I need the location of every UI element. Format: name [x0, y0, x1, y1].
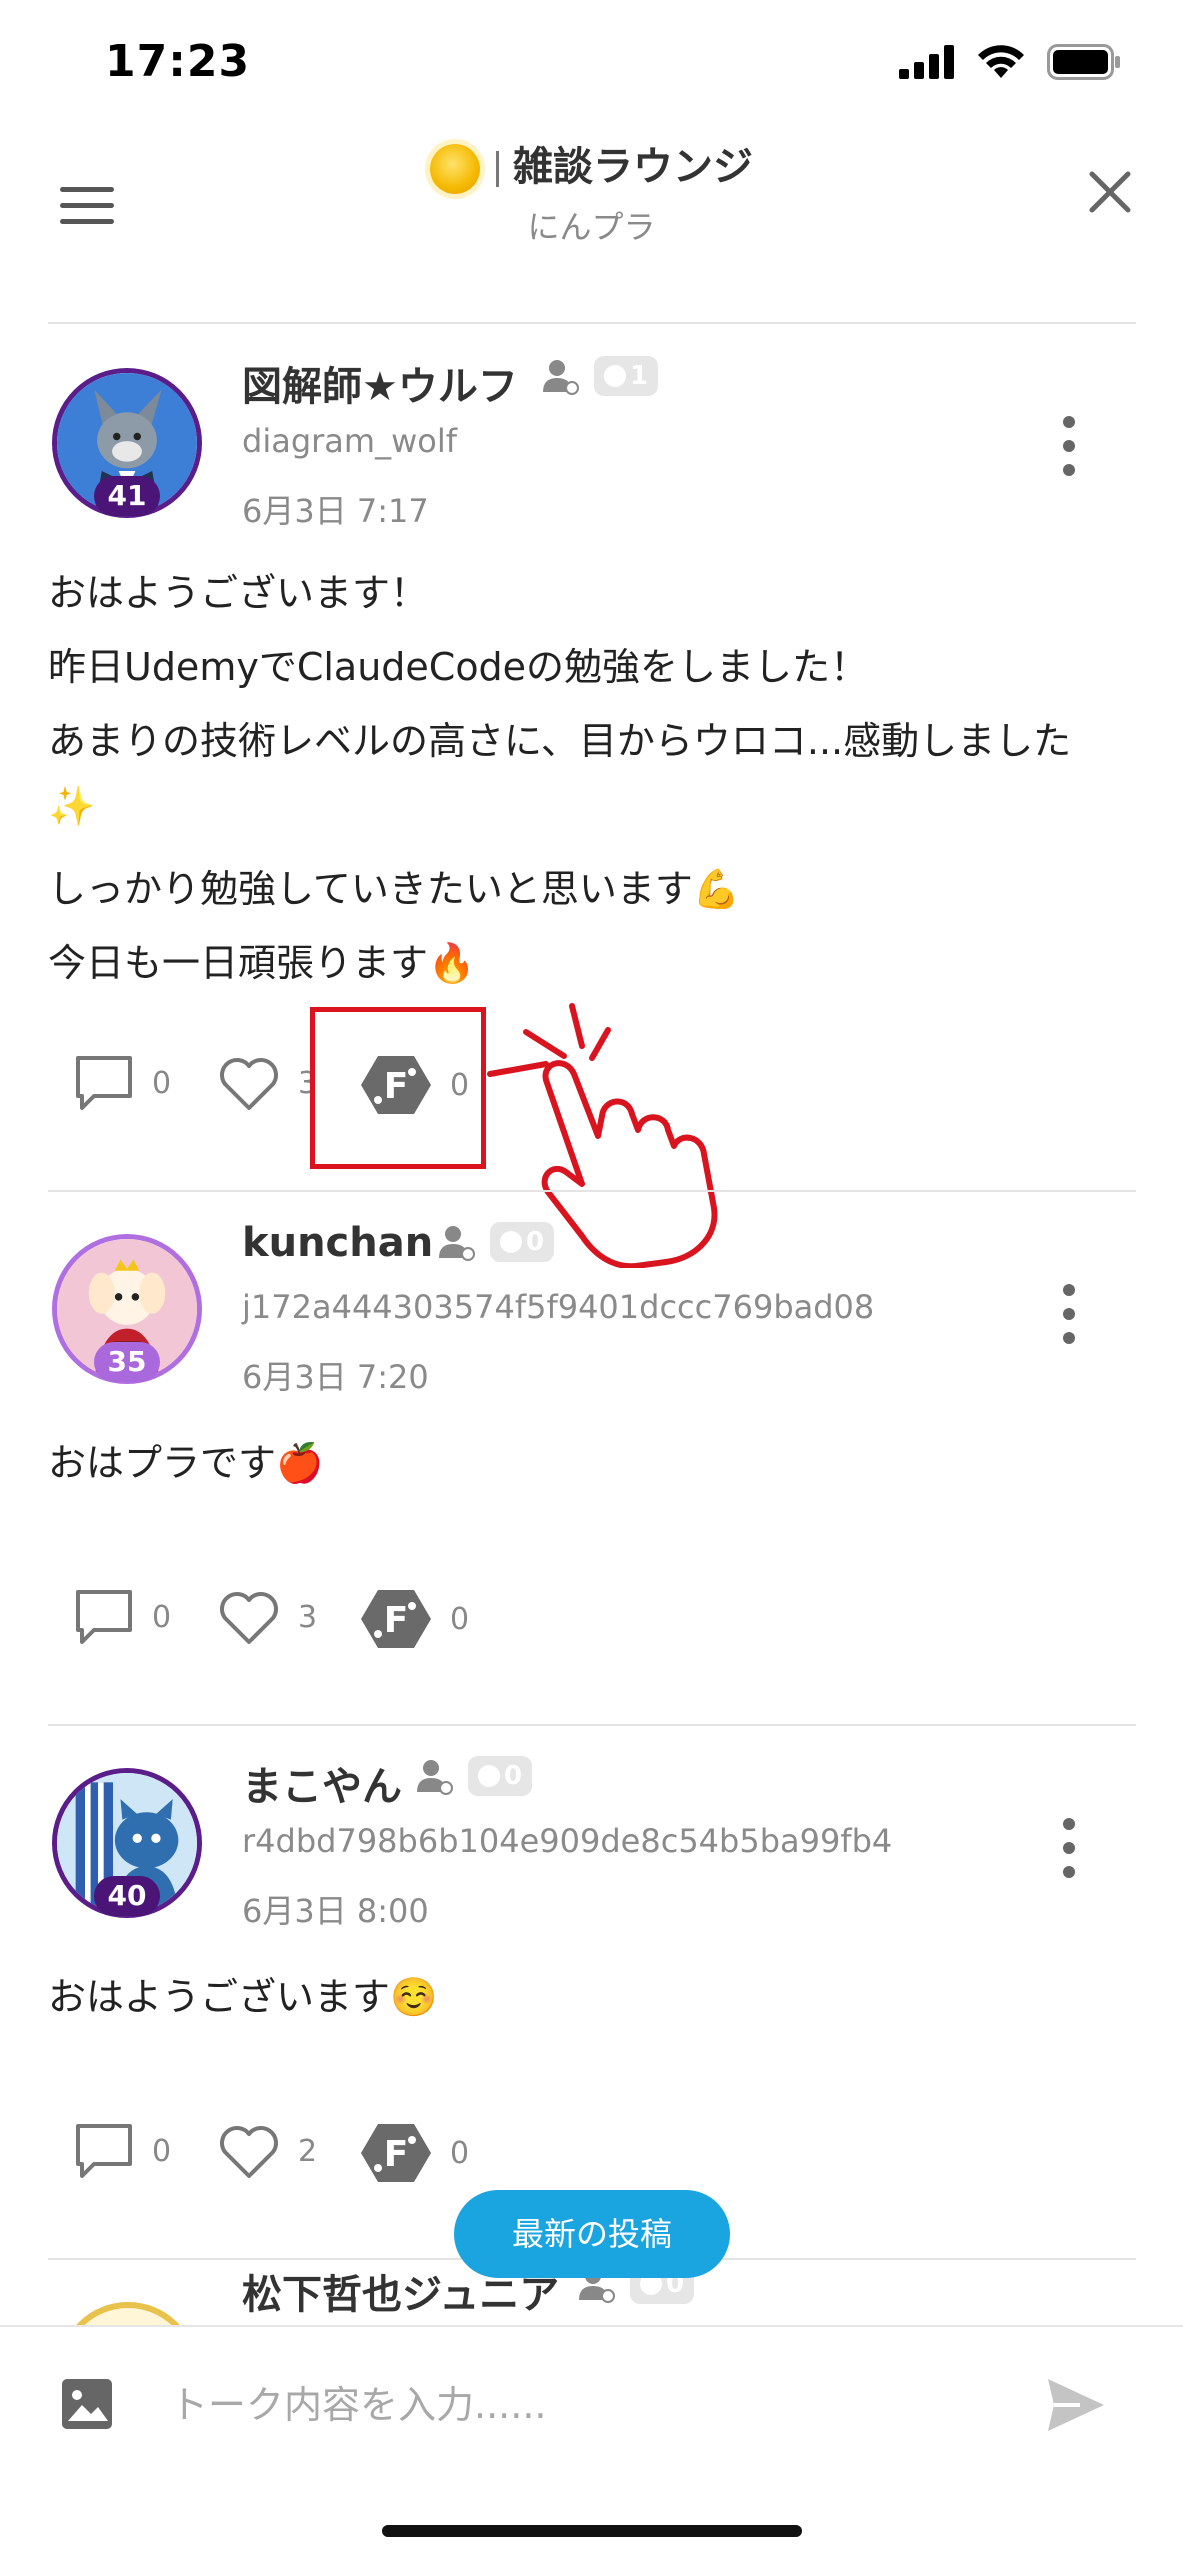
- badge-count-pill: 1: [594, 356, 659, 396]
- user-name[interactable]: kunchan: [242, 1220, 433, 1266]
- divider: [48, 1724, 1136, 1726]
- follow-user-icon[interactable]: [436, 1222, 476, 1262]
- divider: [48, 322, 1136, 324]
- latest-posts-button[interactable]: 最新の投稿: [454, 2190, 730, 2278]
- comment-button[interactable]: 0: [74, 2122, 171, 2180]
- status-time: 17:23: [105, 36, 251, 87]
- svg-text:F: F: [384, 2134, 409, 2175]
- message-composer: [0, 2325, 1183, 2560]
- level-badge: 35: [94, 1342, 160, 1382]
- badge-count-pill: 0: [468, 1756, 533, 1796]
- user-meta: 0: [436, 1222, 555, 1262]
- heart-icon: [220, 2126, 278, 2178]
- heart-icon: [220, 1058, 278, 1110]
- send-icon[interactable]: [1044, 2375, 1108, 2435]
- level-badge: 40: [94, 1876, 160, 1916]
- follow-user-icon[interactable]: [540, 356, 580, 396]
- level-badge: 41: [94, 476, 160, 516]
- header: 雑談ラウンジ にんプラ: [0, 120, 1183, 320]
- community-name: にんプラ: [527, 208, 656, 246]
- user-name[interactable]: 図解師★ウルフ: [242, 354, 518, 412]
- channel-title: 雑談ラウンジ: [0, 134, 1183, 194]
- channel-title-text: 雑談ラウンジ: [513, 144, 753, 190]
- post-body-line: しっかり勉強していきたいと思います💪: [48, 867, 741, 911]
- user-meta: 1: [540, 356, 659, 396]
- svg-text:F: F: [384, 1600, 409, 1641]
- like-button[interactable]: 2: [218, 2122, 317, 2180]
- user-id: r4dbd798b6b104e909de8c54b5ba99fb4: [242, 1822, 893, 1860]
- image-attach-icon[interactable]: [60, 2377, 114, 2431]
- more-options-icon[interactable]: [1056, 1818, 1082, 1878]
- like-count: 3: [298, 1599, 318, 1635]
- post-body-line: 今日も一日頑張ります🔥: [48, 941, 476, 985]
- f-point-hexagon-icon: F: [361, 1590, 431, 1648]
- post-body-line: おはようございます！: [48, 571, 429, 615]
- more-options-icon[interactable]: [1056, 1284, 1082, 1344]
- user-name[interactable]: まこやん: [242, 1754, 402, 1812]
- avatar[interactable]: [58, 2302, 198, 2326]
- comment-icon: [76, 1590, 132, 1644]
- message-input[interactable]: [170, 2367, 990, 2443]
- comment-icon: [76, 2124, 132, 2178]
- f-point-count: 0: [450, 1601, 470, 1637]
- title-separator: [496, 151, 499, 187]
- status-bar: 17:23: [0, 0, 1183, 130]
- comment-count: 0: [152, 1599, 172, 1635]
- battery-icon: [1047, 44, 1120, 80]
- badge-count-pill: 0: [490, 1222, 555, 1262]
- cellular-signal-icon: [899, 45, 954, 79]
- heart-icon: [220, 1592, 278, 1644]
- post-date: 6月3日 7:20: [242, 1358, 429, 1396]
- post-body-line: おはようございます☺️: [48, 1975, 438, 2019]
- comment-button[interactable]: 0: [74, 1588, 171, 1646]
- f-point-button[interactable]: F 0: [360, 2122, 469, 2184]
- user-meta: 0: [414, 1756, 533, 1796]
- post-date: 6月3日 8:00: [242, 1892, 429, 1930]
- home-indicator: [382, 2525, 802, 2537]
- comment-count: 0: [152, 1065, 172, 1101]
- like-button[interactable]: 3: [218, 1054, 317, 1112]
- comment-button[interactable]: 0: [74, 1054, 171, 1112]
- more-options-icon[interactable]: [1056, 416, 1082, 476]
- post-body-line: あまりの技術レベルの高さに、目からウロコ...感動しました: [48, 719, 1072, 763]
- post-date: 6月3日 7:17: [242, 492, 429, 530]
- f-point-hexagon-icon: F: [361, 2124, 431, 2182]
- status-icons: [899, 44, 1121, 80]
- close-icon[interactable]: [1080, 162, 1140, 222]
- f-point-button[interactable]: F 0: [360, 1588, 469, 1650]
- comment-count: 0: [152, 2133, 172, 2169]
- like-button[interactable]: 3: [218, 1588, 317, 1646]
- highlight-box: [310, 1007, 486, 1169]
- divider: [48, 1190, 1136, 1192]
- like-count: 2: [298, 2133, 318, 2169]
- user-id: j172a444303574f5f9401dccc769bad08: [242, 1288, 875, 1326]
- post-body-line: おはプラです🍎: [48, 1441, 324, 1485]
- post-body-line: ✨: [48, 784, 96, 828]
- sun-emoji-icon: [430, 144, 480, 194]
- wifi-icon: [978, 45, 1024, 78]
- f-point-count: 0: [450, 2135, 470, 2171]
- follow-user-icon[interactable]: [414, 1756, 454, 1796]
- post-body-line: 昨日UdemyでClaudeCodeの勉強をしました！: [48, 645, 869, 689]
- user-id: diagram_wolf: [242, 422, 457, 460]
- comment-icon: [76, 1056, 132, 1110]
